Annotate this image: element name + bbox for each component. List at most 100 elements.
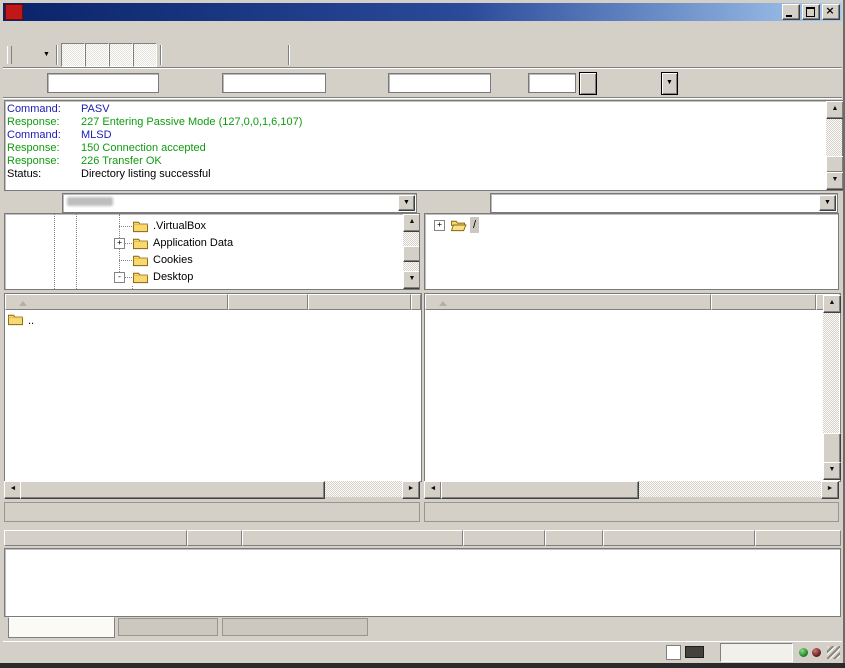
resize-grip[interactable]: [827, 646, 840, 659]
process-queue-button[interactable]: [189, 43, 213, 67]
scroll-down-icon[interactable]: ▼: [826, 172, 844, 190]
expander-box[interactable]: +: [434, 220, 445, 231]
cancel-button[interactable]: [213, 43, 237, 67]
speed-limit-icon[interactable]: [685, 646, 704, 658]
queue-header: [4, 530, 841, 548]
scroll-down-icon[interactable]: ▼: [823, 462, 841, 480]
expander-box[interactable]: -: [114, 272, 125, 283]
transfer-type-icon[interactable]: [666, 645, 681, 660]
tree-item[interactable]: .VirtualBox: [5, 218, 419, 235]
tab-queued-files[interactable]: [8, 617, 115, 638]
file-row[interactable]: ..: [5, 312, 421, 329]
tab-failed-transfers[interactable]: [118, 618, 218, 636]
folder-icon: [132, 219, 149, 233]
scrollbar-thumb[interactable]: [441, 481, 639, 499]
compare-button[interactable]: [317, 43, 341, 67]
column-filesize[interactable]: [711, 294, 816, 310]
scrollbar-thumb[interactable]: [20, 481, 325, 499]
status-led-red-icon: [812, 648, 821, 657]
expander-box[interactable]: +: [114, 238, 125, 249]
folder-icon: [7, 312, 24, 326]
redacted-username: [67, 197, 113, 206]
log-line: Status:Directory listing successful: [7, 168, 824, 181]
scrollbar-thumb[interactable]: [403, 246, 420, 262]
log-line: Response:150 Connection accepted: [7, 142, 824, 155]
status-bar: [3, 641, 842, 662]
host-input[interactable]: [47, 73, 159, 93]
column-size[interactable]: [463, 530, 545, 546]
toolbar-grip[interactable]: [7, 46, 12, 64]
log-line: Command:PASV: [7, 103, 824, 116]
column-filesize[interactable]: [228, 294, 308, 310]
column-filename[interactable]: [425, 294, 711, 310]
synchronized-browsing-button[interactable]: [341, 43, 365, 67]
tab-successful-transfers[interactable]: [222, 618, 368, 636]
sort-asc-icon: [19, 301, 27, 306]
column-priority[interactable]: [545, 530, 603, 546]
scroll-up-icon[interactable]: ▲: [823, 295, 841, 313]
tree-item[interactable]: + Application Data: [5, 235, 419, 252]
combo-dropdown-icon[interactable]: ▼: [819, 195, 836, 211]
toggle-log-button[interactable]: [61, 43, 85, 67]
maximize-button[interactable]: [802, 4, 820, 20]
toggle-local-tree-button[interactable]: [85, 43, 109, 67]
scroll-right-icon[interactable]: ►: [402, 481, 420, 499]
queue-tabs: [4, 617, 841, 638]
find-button[interactable]: [365, 43, 389, 67]
scrollbar-thumb[interactable]: [826, 156, 844, 173]
site-manager-button[interactable]: [16, 43, 40, 67]
local-site-combo[interactable]: ▼: [62, 193, 417, 213]
queue-list[interactable]: [4, 548, 841, 617]
title-bar[interactable]: ×: [3, 3, 842, 21]
remote-selection-status: [424, 502, 839, 522]
scroll-up-icon[interactable]: ▲: [826, 101, 844, 119]
tree-item[interactable]: + /: [425, 217, 838, 234]
scrollbar-thumb[interactable]: [823, 433, 841, 465]
reconnect-button[interactable]: [261, 43, 285, 67]
local-hscrollbar[interactable]: ◄ ►: [4, 481, 420, 497]
local-tree-scrollbar[interactable]: ▲ ▼: [403, 214, 419, 289]
filezilla-window: × ▼ ▼: [0, 0, 845, 668]
local-tree: .VirtualBox + Application Data Cookies -: [4, 213, 420, 290]
tree-item[interactable]: Cookies: [5, 252, 419, 269]
close-button[interactable]: ×: [822, 4, 840, 20]
site-manager-dropdown[interactable]: ▼: [40, 44, 53, 66]
filter-button[interactable]: [293, 43, 317, 67]
remote-site-combo[interactable]: ▼: [490, 193, 838, 213]
column-server-local-file[interactable]: [4, 530, 187, 546]
username-input[interactable]: [222, 73, 326, 93]
column-filetype[interactable]: [308, 294, 411, 310]
toggle-queue-button[interactable]: [133, 43, 157, 67]
column-remote-file[interactable]: [242, 530, 463, 546]
log-line: Response:226 Transfer OK: [7, 155, 824, 168]
status-led-green-icon: [799, 648, 808, 657]
log-line: Response:227 Entering Passive Mode (127,…: [7, 116, 824, 129]
disconnect-button[interactable]: [237, 43, 261, 67]
scroll-down-icon[interactable]: ▼: [403, 271, 420, 289]
toggle-remote-tree-button[interactable]: [109, 43, 133, 67]
scroll-up-icon[interactable]: ▲: [403, 214, 420, 232]
password-input[interactable]: [388, 73, 491, 93]
scroll-left-icon[interactable]: ◄: [424, 481, 442, 499]
combo-dropdown-icon[interactable]: ▼: [398, 195, 415, 211]
column-last-modified[interactable]: [411, 294, 421, 310]
message-log: Command:PASV Response:227 Entering Passi…: [4, 100, 843, 191]
queue-size-indicator: [720, 643, 793, 662]
column-direction[interactable]: [187, 530, 242, 546]
column-status[interactable]: [603, 530, 755, 546]
log-scrollbar[interactable]: ▲ ▼: [826, 101, 842, 190]
quickconnect-button[interactable]: [579, 72, 597, 95]
app-icon[interactable]: [5, 4, 23, 20]
scroll-right-icon[interactable]: ►: [821, 481, 839, 499]
local-file-list: ..: [4, 293, 422, 482]
port-input[interactable]: [528, 73, 576, 93]
remote-list-scrollbar[interactable]: ▲ ▼: [823, 295, 839, 480]
remote-hscrollbar[interactable]: ◄ ►: [424, 481, 839, 497]
column-filename[interactable]: [5, 294, 228, 310]
refresh-button[interactable]: [165, 43, 189, 67]
quickconnect-dropdown[interactable]: ▼: [661, 72, 678, 95]
minimize-button[interactable]: [782, 4, 800, 20]
remote-file-list: ▲ ▼: [424, 293, 841, 482]
tree-item[interactable]: - Desktop: [5, 269, 419, 286]
quickconnect-bar: ▼: [3, 69, 842, 97]
